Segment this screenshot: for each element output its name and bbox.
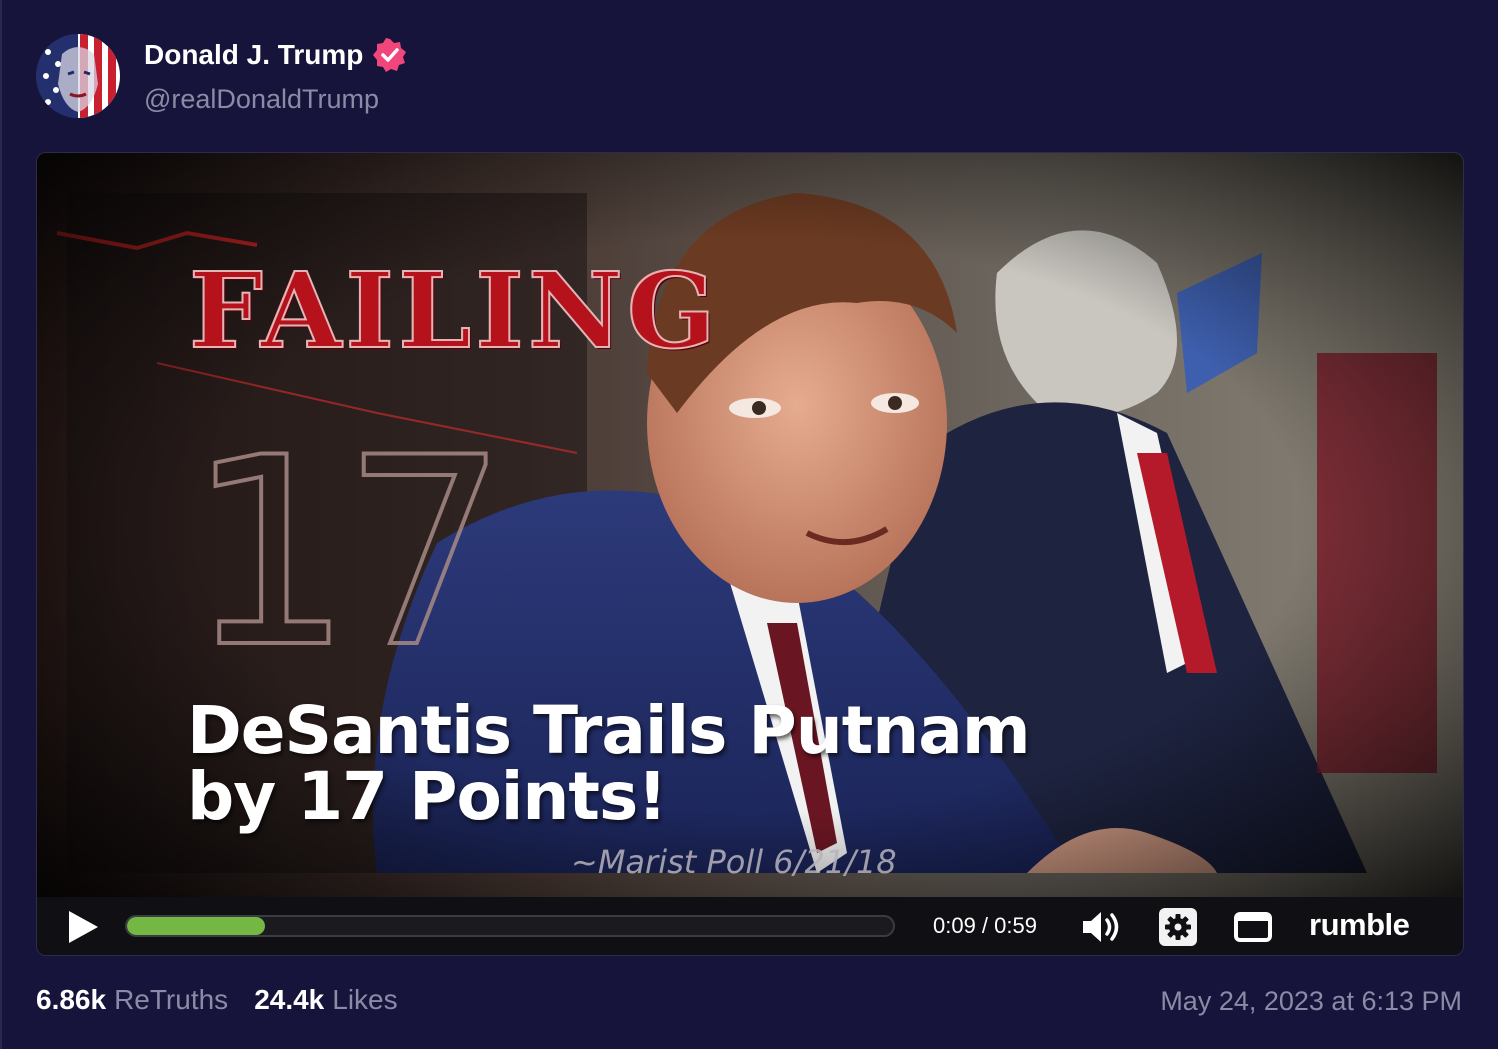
rumble-logo[interactable]: rumble: [1309, 907, 1410, 943]
verified-badge-icon: [373, 38, 407, 72]
avatar[interactable]: [36, 34, 120, 118]
post-stats: 6.86k ReTruths 24.4k Likes: [36, 984, 398, 1016]
fullscreen-icon[interactable]: [1233, 911, 1273, 943]
display-name[interactable]: Donald J. Trump: [144, 39, 363, 71]
display-name-row: Donald J. Trump: [144, 38, 407, 72]
overlay-headline: DeSantis Trails Putnam by 17 Points!: [187, 698, 1107, 830]
retruths-stat[interactable]: 6.86k ReTruths: [36, 984, 228, 1016]
overlay-headline-line2: by 17 Points!: [187, 758, 667, 835]
overlay-number-text: 17: [185, 401, 510, 707]
overlay-source-credit: ~Marist Poll 6/21/18: [571, 843, 897, 881]
progress-fill: [127, 917, 265, 935]
progress-bar[interactable]: [125, 915, 895, 937]
play-icon[interactable]: [65, 909, 101, 945]
video-controls-bar: 0:09 / 0:59 rumble: [37, 897, 1463, 955]
avatar-flag-face-icon: [36, 34, 120, 118]
overlay-headline-line1: DeSantis Trails Putnam: [187, 692, 1031, 769]
video-player[interactable]: FAILING 17 DeSantis Trails Putnam by 17 …: [36, 152, 1464, 956]
time-display: 0:09 / 0:59: [933, 913, 1037, 938]
retruths-count: 6.86k: [36, 984, 107, 1015]
post-card: Donald J. Trump @realDonaldTrump FAILING…: [0, 0, 1498, 1049]
post-timestamp[interactable]: May 24, 2023 at 6:13 PM: [1160, 986, 1462, 1017]
settings-button[interactable]: [1159, 908, 1197, 946]
volume-icon[interactable]: [1081, 909, 1125, 945]
retruths-label: ReTruths: [114, 984, 229, 1015]
gear-icon: [1165, 914, 1191, 940]
handle[interactable]: @realDonaldTrump: [144, 84, 379, 115]
likes-label: Likes: [332, 984, 398, 1015]
overlay-failing-text: FAILING: [188, 248, 720, 373]
likes-count: 24.4k: [254, 984, 325, 1015]
likes-stat[interactable]: 24.4k Likes: [254, 984, 397, 1016]
